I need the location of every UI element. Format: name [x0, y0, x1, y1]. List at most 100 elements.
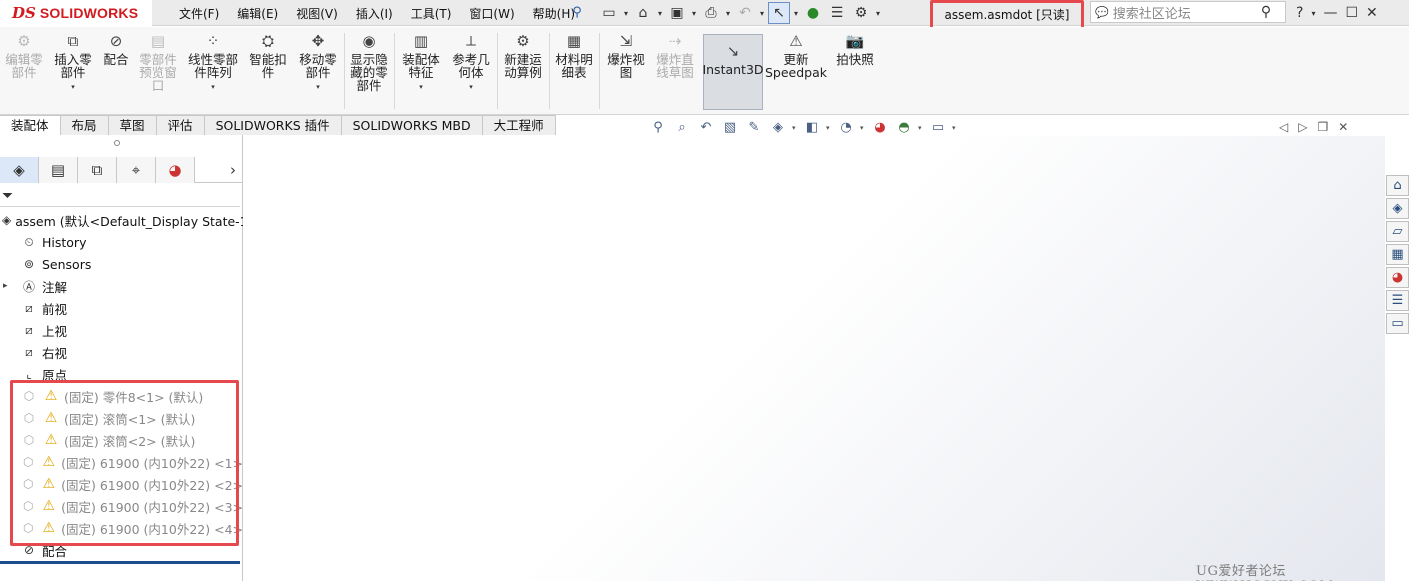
hide-show-items-icon[interactable]: ◔: [836, 119, 856, 137]
menu-insert[interactable]: 插入(I): [347, 5, 402, 22]
select-icon[interactable]: ↖: [768, 2, 790, 24]
search-icon[interactable]: ⚲: [1255, 1, 1277, 23]
zoom-to-area-icon[interactable]: ⌕: [672, 119, 692, 137]
expand-arrow-icon[interactable]: ▸: [3, 281, 8, 291]
help-icon[interactable]: ?: [1296, 5, 1303, 21]
tab-engineer[interactable]: 大工程师: [482, 115, 556, 135]
minimize-icon[interactable]: —: [1323, 5, 1337, 21]
viewport-restore-icon[interactable]: ❐: [1317, 120, 1328, 134]
display-style-icon[interactable]: ◧: [802, 119, 822, 137]
insert-dropdown-icon[interactable]: ▾: [71, 81, 75, 94]
snapshot-button[interactable]: 📷 拍快照: [832, 31, 878, 111]
tab-assembly[interactable]: 装配体: [0, 115, 61, 135]
bom-button[interactable]: ▦ 材料明 细表: [552, 31, 596, 111]
forum-icon[interactable]: ▭: [1386, 313, 1409, 334]
dynamic-annotation-icon[interactable]: ✎: [744, 119, 764, 137]
assembly-features-button[interactable]: ▥ 装配体 特征 ▾: [398, 31, 444, 111]
tree-root[interactable]: ◈ assem (默认<Default_Display State-1>: [0, 209, 243, 231]
tree-item-top-plane[interactable]: ⧄ 上视: [0, 319, 243, 341]
menu-edit[interactable]: 编辑(E): [228, 5, 287, 22]
move-dropdown-icon[interactable]: ▾: [316, 81, 320, 94]
menu-window[interactable]: 窗口(W): [460, 5, 523, 22]
display-style-dropdown-icon[interactable]: ▾: [826, 124, 832, 132]
refgeom-dropdown-icon[interactable]: ▾: [469, 81, 473, 94]
new-document-icon[interactable]: ▭: [598, 2, 620, 24]
speedpak-button[interactable]: ⚠ 更新 Speedpak: [765, 31, 827, 111]
tree-item-right-plane[interactable]: ⧄ 右视: [0, 341, 243, 363]
select-dropdown-icon[interactable]: ▾: [792, 9, 800, 18]
filter-icon[interactable]: ⏷: [2, 188, 13, 204]
undo-dropdown-icon[interactable]: ▾: [758, 9, 766, 18]
save-icon[interactable]: ▣: [666, 2, 688, 24]
menu-tools[interactable]: 工具(T): [402, 5, 461, 22]
edit-appearance-icon[interactable]: ◕: [870, 119, 890, 137]
tab-addins[interactable]: SOLIDWORKS 插件: [204, 115, 342, 135]
edit-component-button[interactable]: ⚙ 编辑零 部件: [2, 31, 46, 111]
smart-fasteners-button[interactable]: ⛭ 智能扣 件: [246, 31, 290, 111]
save-dropdown-icon[interactable]: ▾: [690, 9, 698, 18]
undo-icon[interactable]: ↶: [734, 2, 756, 24]
tab-evaluate[interactable]: 评估: [156, 115, 205, 135]
insert-components-button[interactable]: ⧉ 插入零 部件 ▾: [50, 31, 96, 111]
solidworks-resources-icon[interactable]: ⌂: [1386, 175, 1409, 196]
custom-properties-icon[interactable]: ☰: [1386, 290, 1409, 311]
mate-button[interactable]: ⊘ 配合: [99, 31, 133, 111]
close-icon[interactable]: ✕: [1366, 5, 1378, 21]
tree-item-annotations[interactable]: ▸ Ⓐ 注解: [0, 275, 243, 297]
open-icon[interactable]: ⌂: [632, 2, 654, 24]
more-tabs-chevron-icon[interactable]: ›: [223, 157, 243, 182]
design-library-icon[interactable]: ◈: [1386, 198, 1409, 219]
tree-item-sensors[interactable]: ⊚ Sensors: [0, 253, 243, 275]
motion-study-button[interactable]: ⚙ 新建运 动算例: [500, 31, 546, 111]
section-view-icon[interactable]: ▧: [720, 119, 740, 137]
exploded-view-button[interactable]: ⇲ 爆炸视 图: [603, 31, 649, 111]
view-orientation-dropdown-icon[interactable]: ▾: [792, 124, 798, 132]
graphics-area[interactable]: [244, 136, 1385, 581]
rebuild-icon[interactable]: ●: [802, 2, 824, 24]
view-settings-icon[interactable]: ▭: [928, 119, 948, 137]
pin-icon[interactable]: ⚲: [568, 4, 586, 22]
open-dropdown-icon[interactable]: ▾: [656, 9, 664, 18]
help-dropdown-icon[interactable]: ▾: [1311, 9, 1315, 18]
file-properties-icon[interactable]: ☰: [826, 2, 848, 24]
zoom-to-fit-icon[interactable]: ⚲: [648, 119, 668, 137]
viewport-prev-icon[interactable]: ◁: [1279, 120, 1288, 134]
scene-dropdown-icon[interactable]: ▾: [918, 124, 924, 132]
linear-pattern-button[interactable]: ⁘ 线性零部 件阵列 ▾: [184, 31, 242, 111]
tab-layout[interactable]: 布局: [60, 115, 109, 135]
dimxpert-tab-icon[interactable]: ⌖: [117, 157, 156, 183]
print-icon[interactable]: ⎙: [700, 2, 722, 24]
instant3d-button[interactable]: ↘ Instant3D: [702, 34, 764, 110]
tab-mbd[interactable]: SOLIDWORKS MBD: [341, 115, 483, 135]
view-settings-dropdown-icon[interactable]: ▾: [952, 124, 958, 132]
tree-item-history[interactable]: ⏲ History: [0, 231, 243, 253]
feature-manager-tab-icon[interactable]: ◈: [0, 157, 39, 183]
hide-show-dropdown-icon[interactable]: ▾: [860, 124, 866, 132]
display-manager-tab-icon[interactable]: ◕: [156, 157, 195, 183]
solidworks-logo[interactable]: DS SOLIDWORKS: [0, 0, 152, 26]
property-manager-tab-icon[interactable]: ▤: [39, 157, 78, 183]
component-preview-button[interactable]: ▤ 零部件 预览窗 口: [135, 31, 181, 111]
appearances-icon[interactable]: ◕: [1386, 267, 1409, 288]
show-hidden-button[interactable]: ◉ 显示隐 藏的零 部件: [347, 31, 391, 111]
options-dropdown-icon[interactable]: ▾: [874, 9, 882, 18]
features-dropdown-icon[interactable]: ▾: [419, 81, 423, 94]
pattern-dropdown-icon[interactable]: ▾: [211, 81, 215, 94]
view-orientation-icon[interactable]: ◈: [768, 119, 788, 137]
explode-line-sketch-button[interactable]: ⇢ 爆炸直 线草图: [652, 31, 698, 111]
viewport-close-icon[interactable]: ✕: [1338, 120, 1348, 134]
configuration-manager-tab-icon[interactable]: ⧉: [78, 157, 117, 183]
maximize-icon[interactable]: ☐: [1345, 5, 1358, 21]
move-component-button[interactable]: ✥ 移动零 部件 ▾: [295, 31, 341, 111]
previous-view-icon[interactable]: ↶: [696, 119, 716, 137]
apply-scene-icon[interactable]: ◓: [894, 119, 914, 137]
tree-item-front-plane[interactable]: ⧄ 前视: [0, 297, 243, 319]
tab-sketch[interactable]: 草图: [108, 115, 157, 135]
options-icon[interactable]: ⚙: [850, 2, 872, 24]
reference-geometry-button[interactable]: ⟂ 参考几 何体 ▾: [448, 31, 494, 111]
viewport-next-icon[interactable]: ▷: [1298, 120, 1307, 134]
menu-file[interactable]: 文件(F): [170, 5, 228, 22]
new-dropdown-icon[interactable]: ▾: [622, 9, 630, 18]
view-palette-icon[interactable]: ▦: [1386, 244, 1409, 265]
menu-view[interactable]: 视图(V): [287, 5, 347, 22]
